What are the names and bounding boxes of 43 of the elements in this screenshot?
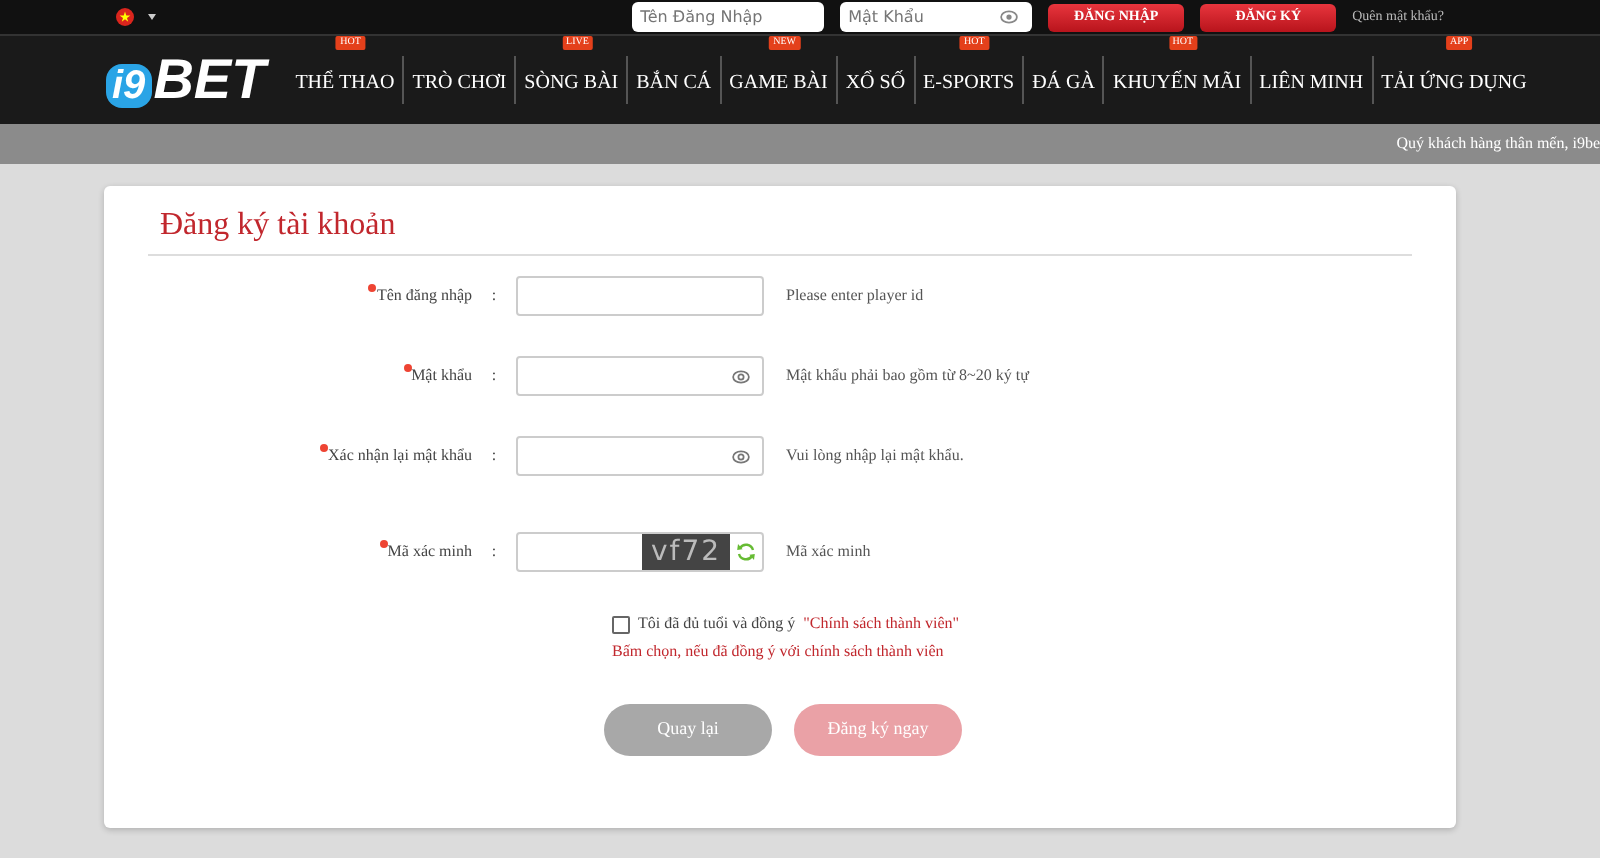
- input-field[interactable]: [516, 356, 764, 396]
- username-field[interactable]: Tên Đăng Nhập: [632, 2, 825, 32]
- field-hint: Mật khẩu phải bao gồm từ 8~20 ký tự: [786, 364, 1029, 388]
- nav-item[interactable]: E-SPORTS: [923, 72, 1015, 94]
- agree-checkbox[interactable]: [612, 615, 630, 633]
- eye-icon[interactable]: [732, 369, 750, 383]
- field-label: Tên đăng nhập: [376, 286, 472, 304]
- input-field[interactable]: vf72: [516, 532, 764, 572]
- nav-item[interactable]: GAME BÀI: [729, 72, 828, 94]
- agree-text: Tôi đã đủ tuổi và đồng ý: [638, 612, 796, 636]
- logo[interactable]: i9 BET: [106, 52, 266, 108]
- colon-text: :: [491, 446, 497, 464]
- field-hint: Mã xác minh: [786, 540, 871, 564]
- colon-text: :: [491, 286, 497, 304]
- eye-icon[interactable]: [732, 449, 750, 463]
- input-field[interactable]: [516, 436, 764, 476]
- nav-item[interactable]: BẮN CÁ: [636, 72, 712, 94]
- policy-link[interactable]: "Chính sách thành viên": [803, 612, 960, 636]
- colon-text: :: [491, 542, 497, 560]
- marquee-text: Quý khách hàng thân mến, i9be: [1396, 132, 1600, 156]
- nav-item[interactable]: TRÒ CHƠI: [412, 72, 507, 94]
- warning-text: Bấm chọn, nếu đã đồng ý với chính sách thành viên: [612, 640, 946, 664]
- nav-item[interactable]: TẢI ỨNG DỤNG: [1381, 72, 1527, 94]
- form-title: Đăng ký tài khoản: [160, 208, 396, 242]
- input-field[interactable]: [516, 276, 764, 316]
- field-label: Mật khẩu: [411, 366, 472, 384]
- field-hint: Vui lòng nhập lại mật khẩu.: [786, 444, 964, 468]
- nav-item[interactable]: ĐÁ GÀ: [1032, 72, 1095, 94]
- refresh-icon[interactable]: [736, 542, 756, 562]
- nav-item[interactable]: SÒNG BÀI: [524, 72, 619, 94]
- password-field[interactable]: Mật Khẩu: [840, 2, 1033, 32]
- field-label: Xác nhận lại mật khẩu: [328, 446, 472, 464]
- field-hint: Please enter player id: [786, 284, 924, 308]
- nav-item[interactable]: KHUYẾN MÃI: [1112, 72, 1242, 94]
- field-label: Mã xác minh: [387, 542, 472, 560]
- nav-item[interactable]: THỂ THAO: [295, 72, 395, 94]
- flag-icon[interactable]: [116, 8, 134, 26]
- nav-item[interactable]: LIÊN MINH: [1259, 72, 1364, 94]
- caret-icon[interactable]: [148, 14, 156, 20]
- colon-text: :: [491, 366, 497, 384]
- nav-item[interactable]: XỔ SỐ: [845, 72, 906, 94]
- captcha-image: vf72: [642, 534, 730, 570]
- eye-icon[interactable]: [1000, 10, 1019, 24]
